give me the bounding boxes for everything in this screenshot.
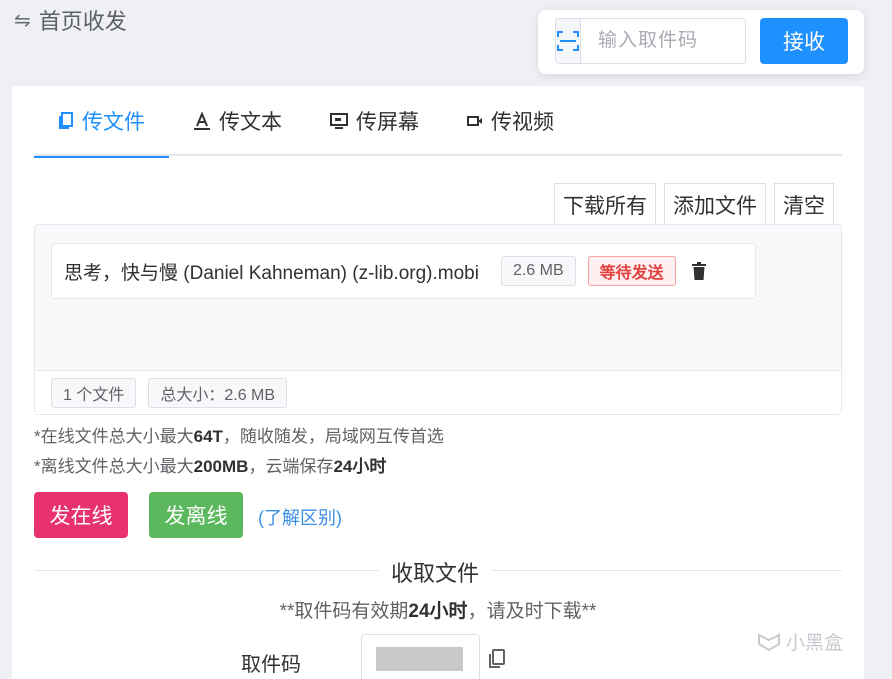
total-size-badge: 总大小：2.6 MB <box>148 377 288 408</box>
file-list: 思考，快与慢 (Daniel Kahneman) (z-lib.org).mob… <box>34 224 842 415</box>
copy-icon <box>489 649 505 668</box>
tab-screen-label: 传屏幕 <box>356 111 419 134</box>
delete-button[interactable] <box>690 261 708 281</box>
video-icon <box>467 116 482 126</box>
status-badge: 等待发送 <box>587 256 676 286</box>
main-panel: 传文件 传文本 传屏幕 传视频 下载所有 添加文件 清空 思考，快与慢 (Dan… <box>12 86 864 679</box>
text-icon <box>194 112 210 130</box>
offline-note-prefix: *离线文件总大小最大 <box>34 457 194 476</box>
online-note: *在线文件总大小最大64T，随收随发，局域网互传首选 <box>34 422 444 447</box>
tab-bar: 传文件 传文本 传屏幕 传视频 <box>34 86 842 158</box>
learn-difference-link[interactable]: (了解区别) <box>258 504 342 530</box>
pickup-code-display <box>361 634 480 679</box>
watermark-logo-icon <box>758 632 780 651</box>
offline-note-limit: 200MB <box>193 457 249 476</box>
redacted-code <box>376 647 463 671</box>
scan-button[interactable] <box>556 19 581 63</box>
trash-icon <box>691 262 706 280</box>
tab-file-label: 传文件 <box>82 111 145 134</box>
scan-icon <box>557 31 579 51</box>
add-file-button[interactable]: 添加文件 <box>664 183 766 225</box>
swap-arrows-icon: ⇋ <box>14 9 31 32</box>
pickup-code-label: 取件码 <box>241 654 301 676</box>
watermark: 小黑盒 <box>756 628 843 655</box>
tab-text[interactable]: 传文本 <box>169 86 306 156</box>
tab-file[interactable]: 传文件 <box>34 86 169 158</box>
pickup-hint-prefix: **取件码有效期 <box>279 601 409 622</box>
file-count-badge: 1 个文件 <box>51 377 137 408</box>
offline-note: *离线文件总大小最大200MB，云端保存24小时 <box>34 452 386 477</box>
offline-note-duration: 24小时 <box>333 457 387 476</box>
list-item: 思考，快与慢 (Daniel Kahneman) (z-lib.org).mob… <box>51 243 756 299</box>
pickup-hint-suffix: ，请及时下载** <box>467 601 597 622</box>
download-all-button[interactable]: 下载所有 <box>554 183 656 225</box>
file-summary: 1 个文件 总大小：2.6 MB <box>35 370 841 414</box>
page-title-text: 首页收发 <box>38 9 127 34</box>
tab-video[interactable]: 传视频 <box>443 86 578 156</box>
file-name: 思考，快与慢 (Daniel Kahneman) (z-lib.org).mob… <box>64 262 479 284</box>
file-size-badge: 2.6 MB <box>500 256 576 286</box>
online-note-prefix: *在线文件总大小最大 <box>34 427 194 446</box>
receive-box: 接收 <box>538 10 864 74</box>
pickup-section-title: 收取文件 <box>379 556 492 588</box>
tab-text-label: 传文本 <box>219 111 282 134</box>
receive-button[interactable]: 接收 <box>760 18 848 64</box>
online-note-suffix: ，随收随发，局域网互传首选 <box>222 427 444 446</box>
page-title: ⇋ 首页收发 <box>14 4 127 36</box>
tab-screen[interactable]: 传屏幕 <box>306 86 443 156</box>
send-offline-button[interactable]: 发离线 <box>149 492 243 538</box>
pickup-code-field <box>555 18 843 64</box>
offline-note-mid: ，云端保存 <box>248 457 334 476</box>
pickup-hint: **取件码有效期24小时，请及时下载** <box>12 596 864 623</box>
file-copy-icon <box>59 112 73 129</box>
online-note-limit: 64T <box>193 427 223 446</box>
watermark-text: 小黑盒 <box>786 633 844 654</box>
screen-icon <box>330 113 348 129</box>
pickup-hint-duration: 24小时 <box>408 601 468 622</box>
file-actions: 下载所有 添加文件 清空 <box>554 183 834 225</box>
send-online-button[interactable]: 发在线 <box>34 492 128 538</box>
clear-button[interactable]: 清空 <box>774 183 834 225</box>
tab-video-label: 传视频 <box>491 111 554 134</box>
copy-button[interactable] <box>488 649 506 674</box>
